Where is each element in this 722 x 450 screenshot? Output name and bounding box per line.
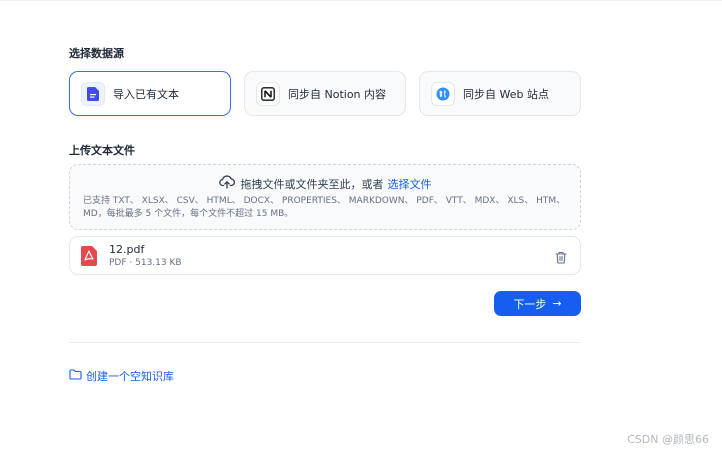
web-icon — [431, 81, 455, 106]
next-step-button[interactable]: 下一步 → — [494, 291, 581, 316]
create-empty-label: 创建一个空知识库 — [86, 370, 174, 383]
notion-icon — [256, 81, 280, 106]
upload-dropzone[interactable]: 拖拽文件或文件夹至此，或者 选择文件 已支持 TXT、 XLSX、 CSV、 H… — [69, 164, 581, 230]
file-name: 12.pdf — [109, 243, 145, 256]
create-empty-knowledge-base-link[interactable]: 创建一个空知识库 — [69, 368, 174, 384]
source-option-import-text[interactable]: 导入已有文本 — [69, 71, 231, 116]
watermark: CSDN @颜思66 — [627, 433, 709, 446]
pdf-file-icon — [81, 246, 97, 270]
folder-icon — [69, 369, 86, 383]
arrow-right-icon: → — [552, 297, 562, 310]
section-divider — [69, 342, 581, 343]
source-option-label: 导入已有文本 — [113, 87, 179, 101]
cloud-upload-icon — [218, 175, 241, 192]
datasource-title: 选择数据源 — [69, 47, 124, 60]
source-option-label: 同步自 Web 站点 — [463, 87, 549, 101]
upload-drag-text: 拖拽文件或文件夹至此，或者 — [240, 177, 384, 191]
next-step-label: 下一步 — [513, 297, 547, 311]
upload-prompt: 拖拽文件或文件夹至此，或者 选择文件 — [70, 175, 580, 192]
upload-title: 上传文本文件 — [69, 144, 135, 157]
select-file-link[interactable]: 选择文件 — [388, 176, 432, 192]
trash-icon[interactable] — [555, 249, 567, 268]
uploaded-file-item: 12.pdf PDF · 513.13 KB — [69, 236, 581, 275]
source-option-notion[interactable]: 同步自 Notion 内容 — [244, 71, 406, 116]
document-icon — [81, 81, 105, 106]
file-meta: PDF · 513.13 KB — [109, 258, 182, 268]
source-option-web[interactable]: 同步自 Web 站点 — [419, 71, 581, 116]
top-divider — [0, 0, 722, 1]
source-option-label: 同步自 Notion 内容 — [288, 87, 387, 101]
upload-supported-formats: 已支持 TXT、 XLSX、 CSV、 HTML、 DOCX、 PROPERTI… — [83, 196, 566, 219]
